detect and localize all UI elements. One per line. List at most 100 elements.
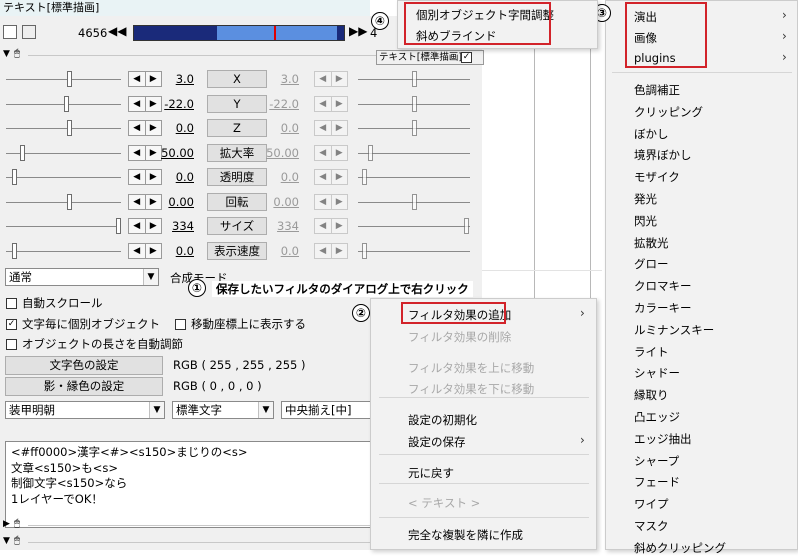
left-arrow-icon[interactable]: ◀ xyxy=(129,72,146,86)
filter-menu-item[interactable]: ライト xyxy=(634,344,669,360)
track-label-button[interactable]: 拡大率 xyxy=(207,143,267,162)
next-frame-button[interactable]: ▶▶ xyxy=(349,24,367,38)
filter-menu-item[interactable]: 斜めクリッピング xyxy=(634,540,726,556)
track-start-value[interactable]: 0.0 xyxy=(154,120,194,136)
context-menu-item[interactable]: 元に戻す xyxy=(408,465,454,481)
slider-thumb[interactable] xyxy=(116,218,121,234)
slider-thumb[interactable] xyxy=(67,120,72,136)
filter-menu-item[interactable]: クリッピング xyxy=(634,104,703,120)
left-arrow-icon[interactable]: ◀ xyxy=(129,194,146,209)
track-label-button[interactable]: X xyxy=(207,70,267,88)
filter-menu-item[interactable]: クロマキー xyxy=(634,278,692,294)
filter-menu-item[interactable]: モザイク xyxy=(634,169,680,185)
text-line: <#ff0000>漢字<#><s150>まじりの<s> xyxy=(11,445,248,459)
filter-menu-item[interactable]: シャドー xyxy=(634,365,680,381)
filter-menu-item[interactable]: マスク xyxy=(634,518,669,534)
timeline-selection xyxy=(217,26,337,40)
font-style-select[interactable]: 標準文字 ▼ xyxy=(172,401,274,419)
slider-thumb-end xyxy=(362,242,367,259)
spin-buttons-end: ◀ ▶ xyxy=(314,120,348,136)
submenu-item[interactable]: 画像 xyxy=(634,30,657,46)
filter-menu-item[interactable]: フェード xyxy=(634,474,680,490)
plugin-menu-item[interactable]: 個別オブジェクト字間調整 xyxy=(416,7,554,23)
track-start-value[interactable]: 334 xyxy=(154,218,194,234)
track-start-value[interactable]: 0.0 xyxy=(154,169,194,185)
track-start-value[interactable]: 50.00 xyxy=(154,145,194,161)
track-start-value[interactable]: 3.0 xyxy=(154,71,194,87)
slider-track xyxy=(6,128,121,129)
filter-menu-item[interactable]: ルミナンスキー xyxy=(634,322,714,338)
filter-menu-item[interactable]: カラーキー xyxy=(634,300,692,316)
playhead[interactable] xyxy=(274,26,276,40)
filter-menu-item[interactable]: 色調補正 xyxy=(634,82,680,98)
left-arrow-icon[interactable]: ◀ xyxy=(129,96,146,111)
blend-mode-select[interactable]: 通常 ▼ xyxy=(5,268,159,286)
font-family-select[interactable]: 装甲明朝 ▼ xyxy=(5,401,165,419)
text-color-button[interactable]: 文字色の設定 xyxy=(5,356,163,375)
filter-menu-item[interactable]: グロー xyxy=(634,256,669,272)
spin-buttons-end: ◀ ▶ xyxy=(314,218,348,234)
context-menu-item[interactable]: 完全な複製を隣に作成 xyxy=(408,527,523,543)
filter-menu-item[interactable]: ワイプ xyxy=(634,496,669,512)
check-icon[interactable]: ✓ xyxy=(461,52,472,63)
track-label-button[interactable]: 回転 xyxy=(207,192,267,211)
filter-menu-item[interactable]: エッジ抽出 xyxy=(634,431,692,447)
track-end-value: 3.0 xyxy=(280,72,299,86)
slider-thumb-end xyxy=(412,71,417,87)
spin-buttons-end: ◀ ▶ xyxy=(314,242,348,259)
slider-track xyxy=(6,177,121,178)
filter-menu-item[interactable]: 縁取り xyxy=(634,387,669,403)
track-label-button[interactable]: サイズ xyxy=(207,217,267,235)
slider-thumb[interactable] xyxy=(12,242,17,259)
filter-menu-item[interactable]: ぼかし xyxy=(634,126,669,142)
collapse-triangle-icon[interactable]: ▼ xyxy=(3,536,10,546)
plugin-menu-item[interactable]: 斜めブラインド xyxy=(416,28,497,44)
slider-thumb-end xyxy=(464,218,469,234)
slider-thumb[interactable] xyxy=(12,169,17,185)
collapse-triangle-icon[interactable]: ▼ xyxy=(3,49,10,59)
prev-frame-button[interactable]: ◀◀ xyxy=(108,24,126,38)
slider-track-end xyxy=(358,152,470,154)
left-arrow-icon[interactable]: ◀ xyxy=(129,170,146,184)
grid-icon[interactable] xyxy=(22,25,36,39)
track-label-button[interactable]: 表示速度 xyxy=(207,241,267,260)
slider-thumb-end xyxy=(412,193,417,210)
context-menu-item[interactable]: フィルタ効果の追加 xyxy=(408,307,511,323)
auto-scroll-checkbox[interactable]: 自動スクロール xyxy=(6,295,103,311)
expand-triangle-icon[interactable]: ▶ xyxy=(3,519,10,529)
filter-menu-item[interactable]: 境界ぼかし xyxy=(634,147,692,163)
show-on-move-checkbox[interactable]: 移動座標上に表示する xyxy=(175,316,306,332)
per-char-checkbox[interactable]: ✓ 文字毎に個別オブジェクト xyxy=(6,316,160,332)
filter-menu-item[interactable]: 拡散光 xyxy=(634,235,669,251)
submenu-item[interactable]: plugins xyxy=(634,51,676,65)
track-label-button[interactable]: Z xyxy=(207,119,267,137)
filter-menu-item[interactable]: シャープ xyxy=(634,453,679,469)
filter-menu-item[interactable]: 発光 xyxy=(634,191,657,207)
filter-menu-item[interactable]: 閃光 xyxy=(634,213,657,229)
filter-menu-item[interactable]: 凸エッジ xyxy=(634,409,680,425)
track-start-value[interactable]: 0.00 xyxy=(154,194,194,210)
text-content-input[interactable]: <#ff0000>漢字<#><s150>まじりの<s> 文章<s150>も<s>… xyxy=(5,441,378,528)
text-align-select[interactable]: 中央揃え[中] xyxy=(281,401,378,419)
left-arrow-icon[interactable]: ◀ xyxy=(129,145,146,160)
track-label-button[interactable]: 透明度 xyxy=(207,168,267,186)
context-menu-item[interactable]: 設定の初期化 xyxy=(408,412,477,428)
track-start-value[interactable]: 0.0 xyxy=(154,243,194,259)
left-arrow-icon[interactable]: ◀ xyxy=(129,121,146,135)
track-label-button[interactable]: Y xyxy=(207,94,267,113)
slider-thumb[interactable] xyxy=(67,193,72,210)
left-arrow-icon[interactable]: ◀ xyxy=(129,243,146,258)
track-start-value[interactable]: -22.0 xyxy=(154,96,194,112)
chevron-right-icon: › xyxy=(782,50,787,64)
left-arrow-icon[interactable]: ◀ xyxy=(129,219,146,233)
check-icon: ✓ xyxy=(6,318,17,330)
slider-thumb[interactable] xyxy=(67,71,72,87)
camera-icon[interactable] xyxy=(3,25,17,39)
context-menu-item[interactable]: 設定の保存 xyxy=(408,434,466,450)
timeline-bar[interactable] xyxy=(133,25,345,41)
submenu-item[interactable]: 演出 xyxy=(634,9,657,25)
auto-length-checkbox[interactable]: オブジェクトの長さを自動調節 xyxy=(6,336,183,352)
shadow-color-button[interactable]: 影・縁色の設定 xyxy=(5,377,163,396)
slider-thumb[interactable] xyxy=(20,144,25,161)
slider-thumb[interactable] xyxy=(64,95,69,112)
